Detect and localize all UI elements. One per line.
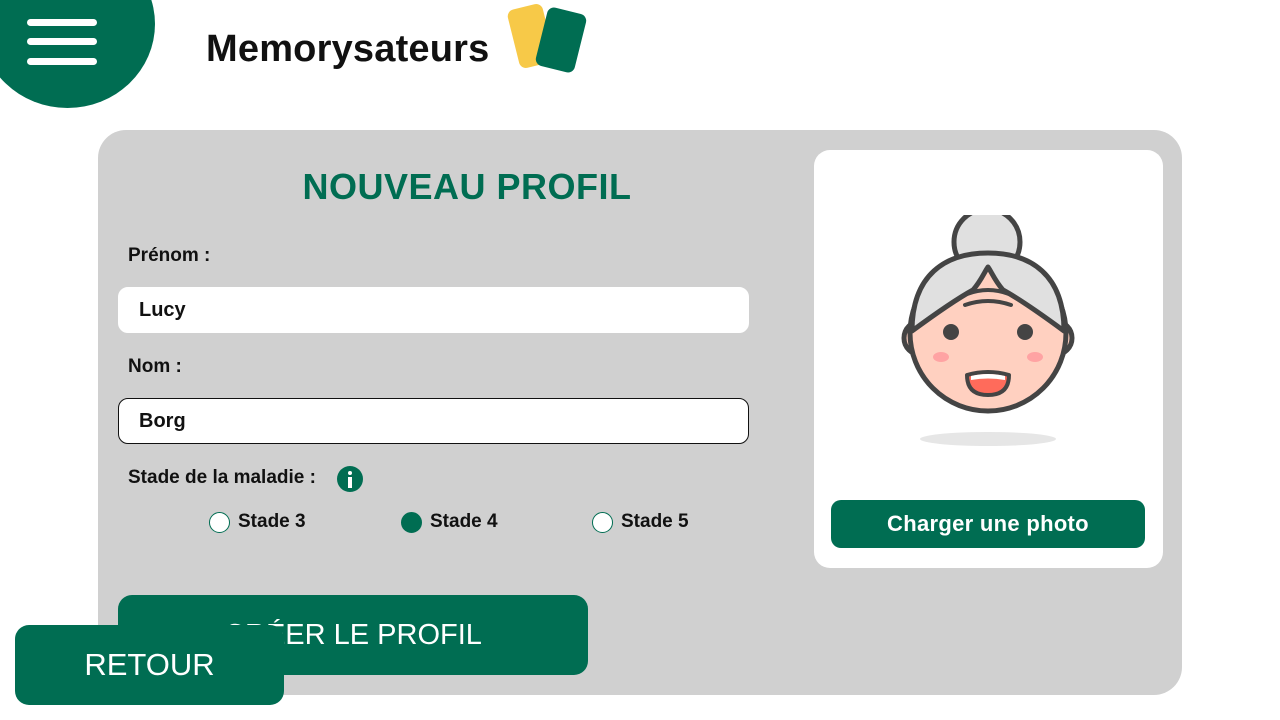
stage-4-radio[interactable]: Stade 4 [401, 510, 498, 534]
stage-4-label: Stade 4 [430, 511, 498, 532]
stage-3-label: Stade 3 [238, 511, 306, 532]
radio-circle[interactable] [209, 511, 230, 533]
info-icon[interactable] [337, 466, 363, 492]
upload-photo-button[interactable]: Charger une photo [831, 500, 1145, 548]
menu-line [27, 19, 97, 26]
last-name-label: Nom : [128, 356, 182, 377]
back-button[interactable]: RETOUR [15, 625, 284, 705]
page-title: NOUVEAU PROFIL [302, 166, 632, 207]
last-name-field[interactable] [118, 398, 749, 444]
radio-circle-checked[interactable] [401, 511, 422, 533]
first-name-label: Prénom : [128, 245, 211, 266]
radio-circle[interactable] [592, 511, 613, 533]
stage-label: Stade de la maladie : [128, 467, 316, 488]
stage-5-radio[interactable]: Stade 5 [592, 510, 689, 534]
stage-5-label: Stade 5 [621, 511, 689, 532]
menu-line [27, 38, 97, 45]
brand-name: Memorysateurs [206, 28, 490, 70]
stage-3-radio[interactable]: Stade 3 [209, 510, 306, 534]
first-name-field[interactable] [118, 287, 749, 333]
grandmother-avatar-icon [901, 215, 1075, 446]
menu-line [27, 58, 97, 65]
cards-logo-icon [507, 4, 587, 73]
hamburger-menu-icon[interactable] [27, 19, 97, 65]
